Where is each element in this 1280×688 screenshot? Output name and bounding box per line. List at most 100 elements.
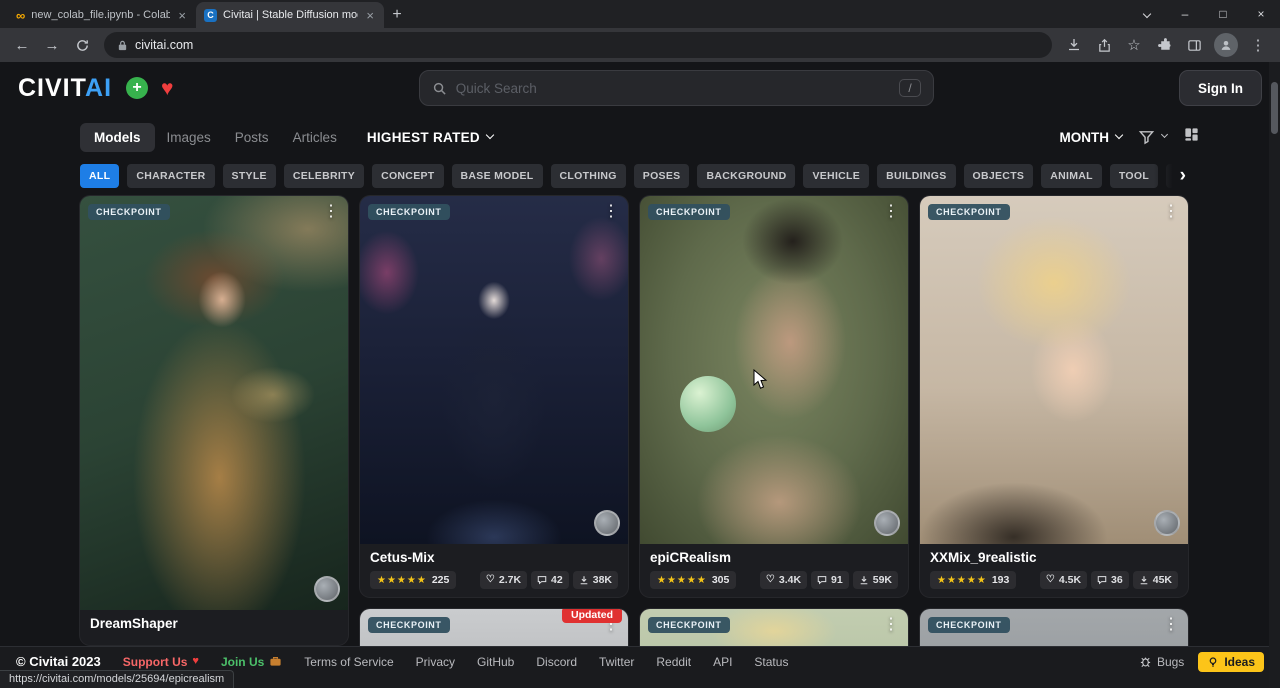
- category-buildings[interactable]: BUILDINGS: [877, 164, 955, 188]
- layout-toggle-icon[interactable]: [1183, 126, 1200, 148]
- footer-privacy-link[interactable]: Privacy: [416, 655, 455, 669]
- tab-close-icon[interactable]: ×: [176, 8, 188, 23]
- card-menu-icon[interactable]: ⋮: [1163, 614, 1179, 634]
- heart-icon: ♡: [766, 575, 775, 585]
- tab-search-icon[interactable]: [1128, 0, 1166, 28]
- install-app-icon[interactable]: [1060, 31, 1088, 59]
- category-concept[interactable]: CONCEPT: [372, 164, 443, 188]
- model-title: Cetus-Mix: [370, 550, 618, 565]
- model-type-badge: CHECKPOINT: [368, 204, 450, 220]
- downloads-badge: 45K: [1133, 571, 1178, 589]
- category-style[interactable]: STYLE: [223, 164, 276, 188]
- search-icon: [432, 81, 447, 96]
- footer-ideas-button[interactable]: Ideas: [1198, 652, 1264, 672]
- category-background[interactable]: BACKGROUND: [697, 164, 795, 188]
- support-heart-icon[interactable]: ♥: [161, 78, 173, 99]
- footer-support-link[interactable]: Support Us♥: [123, 655, 199, 669]
- comment-icon: [537, 575, 547, 585]
- side-panel-icon[interactable]: [1180, 31, 1208, 59]
- card-menu-icon[interactable]: ⋮: [883, 201, 899, 221]
- sign-in-button[interactable]: Sign In: [1179, 70, 1262, 106]
- create-button[interactable]: +: [126, 77, 148, 99]
- new-tab-button[interactable]: +: [384, 2, 410, 28]
- browser-toolbar: ← → civitai.com ☆ ⋮: [0, 28, 1280, 62]
- browser-tab-civitai[interactable]: C Civitai | Stable Diffusion models, ×: [196, 2, 384, 28]
- category-base-model[interactable]: BASE MODEL: [452, 164, 543, 188]
- scroll-right-chevron[interactable]: ›: [1154, 164, 1188, 188]
- category-poses[interactable]: POSES: [634, 164, 690, 188]
- tab-models[interactable]: Models: [80, 123, 155, 152]
- tab-title: Civitai | Stable Diffusion models,: [223, 9, 358, 21]
- category-clothing[interactable]: CLOTHING: [551, 164, 626, 188]
- sort-dropdown[interactable]: HIGHEST RATED: [367, 130, 493, 145]
- likes-count: 4.5K: [1059, 574, 1081, 586]
- creator-avatar[interactable]: [1154, 510, 1180, 536]
- maximize-button[interactable]: □: [1204, 0, 1242, 28]
- model-card-dreamshaper[interactable]: CHECKPOINT ⋮ DreamShaper: [80, 196, 348, 645]
- reload-button[interactable]: [68, 31, 96, 59]
- lock-icon: [117, 40, 128, 51]
- tab-close-icon[interactable]: ×: [364, 8, 376, 23]
- category-all[interactable]: ALL: [80, 164, 119, 188]
- browser-tab-colab[interactable]: ∞ new_colab_file.ipynb - Colaborat ×: [8, 2, 196, 28]
- card-menu-icon[interactable]: ⋮: [323, 201, 339, 221]
- bookmark-star-icon[interactable]: ☆: [1120, 31, 1148, 59]
- model-image: CHECKPOINT ⋮: [360, 196, 628, 544]
- footer-terms-link[interactable]: Terms of Service: [304, 655, 393, 669]
- status-url-bubble: https://civitai.com/models/25694/epicrea…: [0, 670, 234, 688]
- filter-funnel-icon[interactable]: [1138, 129, 1167, 146]
- close-button[interactable]: ×: [1242, 0, 1280, 28]
- model-type-badge: CHECKPOINT: [648, 204, 730, 220]
- footer-status-link[interactable]: Status: [754, 655, 788, 669]
- model-card-cetus-mix[interactable]: CHECKPOINT ⋮ Cetus-Mix ★★★★★ 225 ♡2.7K 4…: [360, 196, 628, 597]
- model-image: CHECKPOINT ⋮: [920, 196, 1188, 544]
- comments-badge: 42: [531, 571, 569, 589]
- mouse-cursor: [753, 369, 768, 390]
- creator-avatar[interactable]: [874, 510, 900, 536]
- footer-discord-link[interactable]: Discord: [536, 655, 577, 669]
- card-menu-icon[interactable]: ⋮: [603, 201, 619, 221]
- category-vehicle[interactable]: VEHICLE: [803, 164, 869, 188]
- footer-twitter-link[interactable]: Twitter: [599, 655, 634, 669]
- category-character[interactable]: CHARACTER: [127, 164, 214, 188]
- category-tool[interactable]: TOOL: [1110, 164, 1158, 188]
- tab-articles[interactable]: Articles: [281, 123, 349, 152]
- model-card-xxmix[interactable]: CHECKPOINT ⋮ XXMix_9realistic ★★★★★ 193 …: [920, 196, 1188, 597]
- footer-reddit-link[interactable]: Reddit: [656, 655, 691, 669]
- period-dropdown[interactable]: MONTH: [1060, 130, 1123, 145]
- profile-avatar[interactable]: [1214, 33, 1238, 57]
- search-bar[interactable]: /: [419, 70, 934, 106]
- category-celebrity[interactable]: CELEBRITY: [284, 164, 364, 188]
- downloads-count: 38K: [593, 574, 612, 586]
- card-menu-icon[interactable]: ⋮: [883, 614, 899, 634]
- card-menu-icon[interactable]: ⋮: [1163, 201, 1179, 221]
- scrollbar-thumb[interactable]: [1271, 82, 1278, 134]
- share-icon[interactable]: [1090, 31, 1118, 59]
- footer-api-link[interactable]: API: [713, 655, 732, 669]
- category-objects[interactable]: OBJECTS: [964, 164, 1034, 188]
- page-scrollbar[interactable]: [1269, 62, 1280, 688]
- extensions-icon[interactable]: [1150, 31, 1178, 59]
- download-icon: [1139, 575, 1149, 585]
- forward-button[interactable]: →: [38, 31, 66, 59]
- model-image: CHECKPOINT ⋮: [640, 196, 908, 544]
- minimize-button[interactable]: –: [1166, 0, 1204, 28]
- footer-bugs-button[interactable]: Bugs: [1139, 655, 1184, 669]
- footer-join-link[interactable]: Join Us: [221, 655, 282, 669]
- lightbulb-icon: [1207, 656, 1219, 668]
- tab-images[interactable]: Images: [155, 123, 223, 152]
- creator-avatar[interactable]: [314, 576, 340, 602]
- back-button[interactable]: ←: [8, 31, 36, 59]
- footer-github-link[interactable]: GitHub: [477, 655, 514, 669]
- creator-avatar[interactable]: [594, 510, 620, 536]
- model-card-epicrealism[interactable]: CHECKPOINT ⋮ epiCRealism ★★★★★ 305 ♡3.4K…: [640, 196, 908, 597]
- downloads-count: 59K: [873, 574, 892, 586]
- rating-badge: ★★★★★ 193: [930, 571, 1016, 589]
- tab-posts[interactable]: Posts: [223, 123, 281, 152]
- civitai-logo[interactable]: CIVITAI: [18, 74, 112, 103]
- chevron-down-icon: [1161, 131, 1168, 138]
- address-bar[interactable]: civitai.com: [104, 32, 1052, 58]
- search-input[interactable]: [456, 81, 891, 96]
- category-animal[interactable]: ANIMAL: [1041, 164, 1102, 188]
- browser-menu-icon[interactable]: ⋮: [1244, 31, 1272, 59]
